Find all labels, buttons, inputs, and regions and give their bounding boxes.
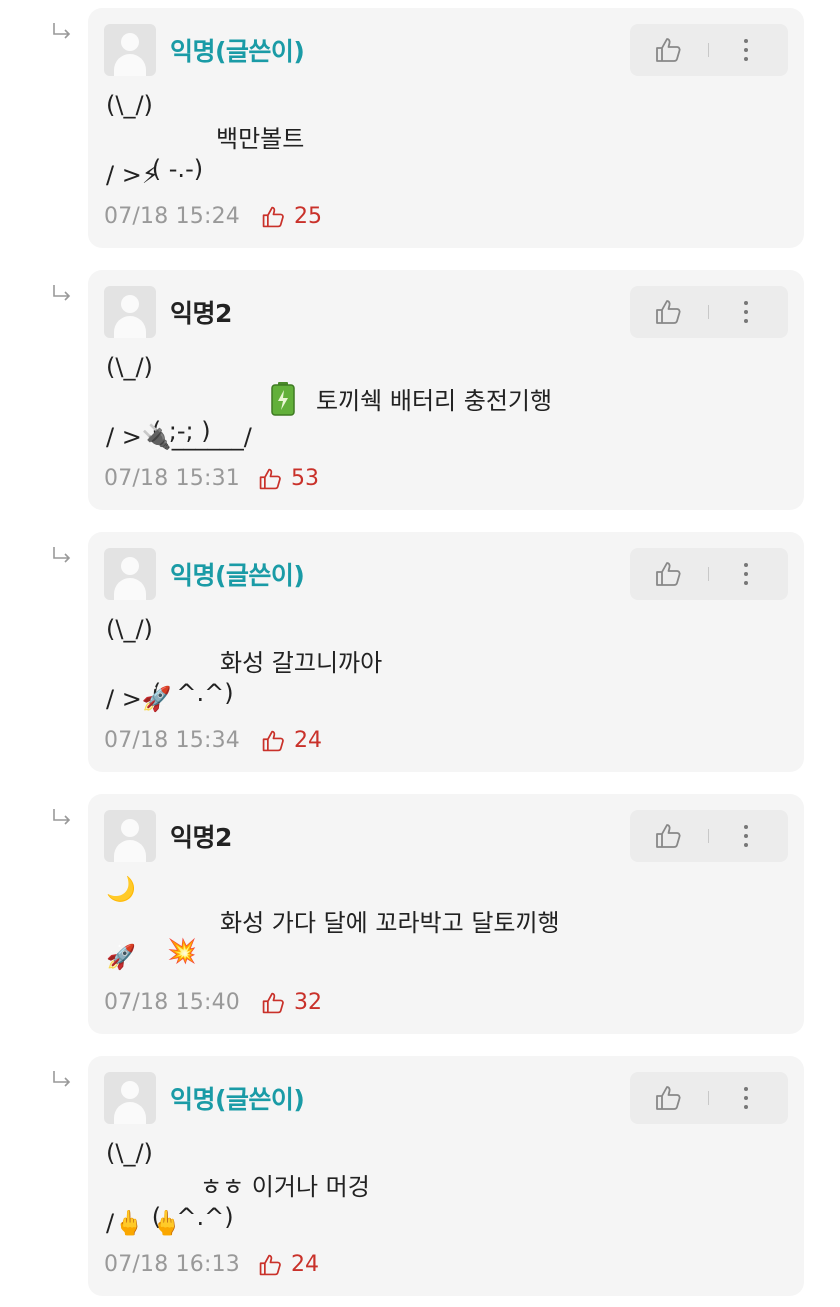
divider	[708, 567, 709, 581]
comment-message: ㅎㅎ 이거나 머겅	[200, 1173, 370, 1201]
avatar	[104, 810, 156, 862]
comment-line: (\_/)	[106, 615, 153, 643]
comment-line: 🌙	[106, 875, 136, 903]
comment-actions	[630, 24, 788, 76]
like-count: 25	[294, 204, 322, 229]
reply-arrow-icon	[53, 285, 71, 301]
comment-card: 익명2 🌙 💥 화성 가다 달에 꼬라박고 달토끼행 🚀 07/18 15:40…	[88, 794, 804, 1034]
reply-arrow-icon	[53, 809, 71, 825]
comment-time: 07/18 15:24	[104, 204, 240, 229]
comment-actions	[630, 1072, 788, 1124]
like-count: 32	[294, 990, 322, 1015]
thumbs-up-icon	[262, 206, 284, 228]
ascii-line: ( -.-)	[151, 155, 204, 183]
divider	[708, 829, 709, 843]
comment-time: 07/18 15:40	[104, 990, 240, 1015]
comment-line: / >⚡	[106, 161, 159, 189]
comment-line: ( ;-; ) 토끼쉑 배터리 충전기행	[106, 382, 552, 536]
comment-line: / >🚀	[106, 685, 172, 713]
thumbs-up-icon[interactable]	[654, 1085, 682, 1111]
like-count: 53	[291, 466, 319, 491]
more-vertical-icon[interactable]	[740, 1084, 752, 1112]
like-count: 24	[294, 728, 322, 753]
divider	[708, 43, 709, 57]
comment-line: (\_/)	[106, 1139, 153, 1167]
battery-icon	[271, 382, 295, 416]
comment-line: 🚀	[106, 943, 136, 971]
comment-actions	[630, 810, 788, 862]
more-vertical-icon[interactable]	[740, 822, 752, 850]
comment-card: 익명(글쓴이) (\_/) ( -.-) 백만볼트 / >⚡ 07/18 15:…	[88, 8, 804, 248]
more-vertical-icon[interactable]	[740, 36, 752, 64]
divider	[708, 305, 709, 319]
more-vertical-icon[interactable]	[740, 298, 752, 326]
divider	[708, 1091, 709, 1105]
comment-line: (\_/)	[106, 353, 153, 381]
thumbs-up-icon	[262, 730, 284, 752]
comment-message: 토끼쉑 배터리 충전기행	[316, 387, 553, 415]
thumbs-up-icon	[259, 1254, 281, 1276]
comment-message: 백만볼트	[216, 125, 305, 153]
reply-arrow-icon	[53, 1071, 71, 1087]
comment-author[interactable]: 익명(글쓴이)	[170, 1080, 305, 1116]
thumbs-up-icon	[262, 992, 284, 1014]
thumbs-up-icon	[259, 468, 281, 490]
comment-time: 07/18 15:31	[104, 466, 240, 491]
reply-arrow-icon	[53, 547, 71, 563]
ascii-line: 💥	[151, 937, 197, 965]
more-vertical-icon[interactable]	[740, 560, 752, 588]
like-count: 24	[291, 1252, 319, 1277]
comment-author[interactable]: 익명(글쓴이)	[170, 32, 305, 68]
comment-time: 07/18 15:34	[104, 728, 240, 753]
comment-card: 익명(글쓴이) (\_/) ( ^.^) ㅎㅎ 이거나 머겅 /🖕 🖕 07/1…	[88, 1056, 804, 1296]
comment-card: 익명(글쓴이) (\_/) ( ^.^) 화성 갈끄니까아 / >🚀 07/18…	[88, 532, 804, 772]
thumbs-up-icon[interactable]	[654, 561, 682, 587]
comment-line: / >🔌______/	[106, 423, 252, 451]
avatar	[104, 286, 156, 338]
comment-message: 화성 갈끄니까아	[220, 649, 383, 677]
comment-actions	[630, 286, 788, 338]
comment-card: 익명2 (\_/) ( ;-; ) 토끼쉑 배터리 충전기행 / >🔌_____…	[88, 270, 804, 510]
comment-actions	[630, 548, 788, 600]
avatar	[104, 548, 156, 600]
comment-author[interactable]: 익명2	[170, 818, 232, 854]
comment-author[interactable]: 익명2	[170, 294, 232, 330]
comment-message: 화성 가다 달에 꼬라박고 달토끼행	[220, 909, 560, 937]
avatar	[104, 24, 156, 76]
comment-author[interactable]: 익명(글쓴이)	[170, 556, 305, 592]
thumbs-up-icon[interactable]	[654, 299, 682, 325]
thumbs-up-icon[interactable]	[654, 823, 682, 849]
comment-line: (\_/)	[106, 91, 153, 119]
comment-time: 07/18 16:13	[104, 1252, 240, 1277]
reply-arrow-icon	[53, 23, 71, 39]
thumbs-up-icon[interactable]	[654, 37, 682, 63]
avatar	[104, 1072, 156, 1124]
comment-line: /🖕 🖕	[106, 1209, 182, 1237]
